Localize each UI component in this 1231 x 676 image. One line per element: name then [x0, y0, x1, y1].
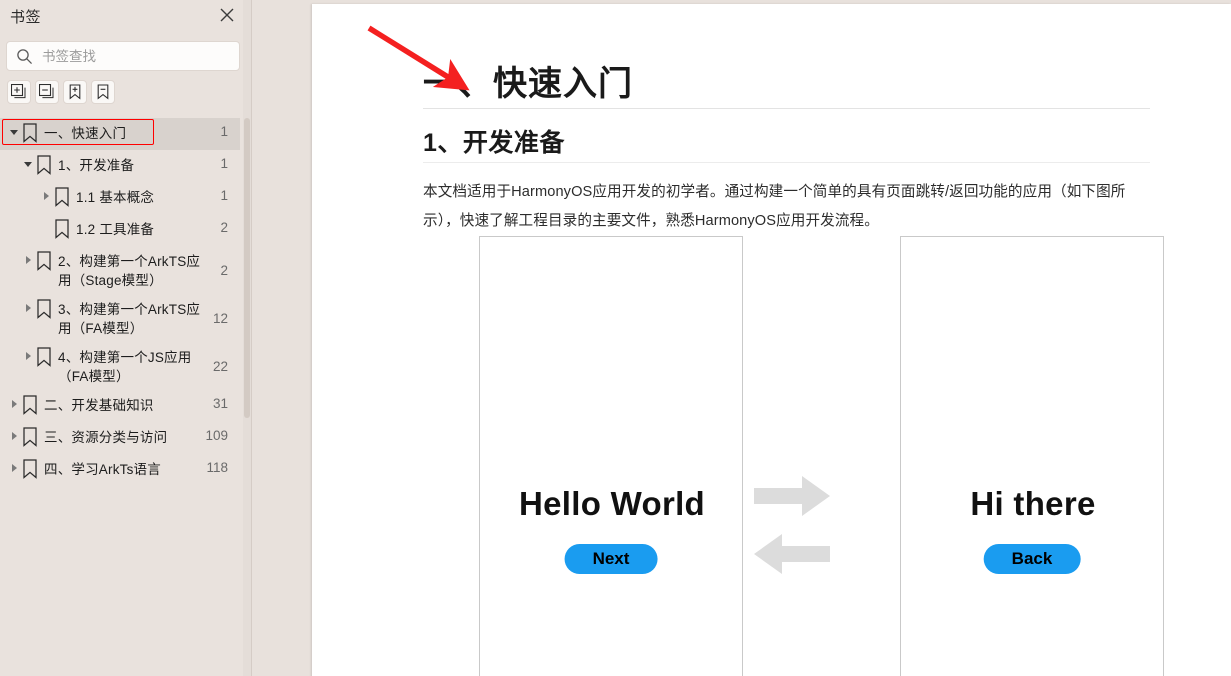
bookmark-icon — [54, 187, 70, 207]
chevron-down-icon[interactable] — [8, 126, 20, 138]
expand-all-button[interactable] — [7, 80, 31, 104]
bookmark-row[interactable]: 3、构建第一个ArkTS应用（FA模型） 12 — [0, 294, 240, 342]
bookmark-page-number: 1 — [220, 124, 228, 139]
box-plus-icon — [11, 84, 26, 99]
sidebar-scrollbar-thumb[interactable] — [244, 118, 250, 418]
bookmark-label: 4、构建第一个JS应用（FA模型） — [58, 350, 192, 384]
bookmark-page-number: 118 — [206, 460, 228, 475]
chevron-right-icon[interactable] — [40, 190, 52, 202]
bookmark-icon — [22, 395, 38, 415]
bookmark-icon — [36, 299, 52, 319]
bookmark-search-box[interactable] — [6, 41, 240, 71]
right-screen-back-button[interactable]: Back — [983, 544, 1081, 574]
search-icon — [16, 48, 33, 65]
arrow-right-icon — [754, 476, 830, 516]
bookmark-page-number: 2 — [220, 220, 228, 235]
section-heading: 1、开发准备 — [423, 129, 565, 157]
bookmark-row[interactable]: 4、构建第一个JS应用（FA模型） 22 — [0, 342, 240, 390]
chevron-right-icon[interactable] — [22, 254, 34, 266]
bookmark-page-number: 31 — [212, 396, 228, 411]
bookmark-label: 1.1 基本概念 — [76, 190, 155, 205]
box-minus-icon — [39, 84, 54, 99]
bookmark-row[interactable]: 1.2 工具准备 2 — [0, 214, 240, 246]
panel-title: 书签 — [10, 9, 42, 26]
chevron-right-icon[interactable] — [22, 302, 34, 314]
bookmark-tree: 一、快速入门 1 1、开发准备 1 1.1 基本概念 1 1.2 工具准备 2 2、构建第一个A… — [0, 118, 252, 676]
right-screen-title: Hi there — [970, 485, 1096, 522]
bookmark-row[interactable]: 1.1 基本概念 1 — [0, 182, 240, 214]
left-screen-next-button[interactable]: Next — [564, 544, 658, 574]
bookmark-row[interactable]: 一、快速入门 1 — [0, 118, 240, 150]
bookmark-page-number: 22 — [212, 359, 228, 374]
figure-screen-right: Hi there Back — [900, 236, 1164, 676]
bookmark-page-number: 1 — [220, 156, 228, 171]
search-input[interactable] — [40, 42, 236, 70]
bookmark-icon — [22, 459, 38, 479]
bookmark-icon — [36, 347, 52, 367]
page-title: 一、快速入门 — [423, 65, 633, 103]
bookmark-page-number: 1 — [220, 188, 228, 203]
bookmarks-sidebar: 书签 书签查找 一、快速入门 1 1、开发准备 1 1.1 基本概念 1 1.2… — [0, 0, 252, 676]
bookmark-toolbar — [5, 80, 245, 106]
bookmark-label: 2、构建第一个ArkTS应用（Stage模型） — [58, 254, 201, 288]
collapse-all-button[interactable] — [35, 80, 59, 104]
bookmark-row[interactable]: 2、构建第一个ArkTS应用（Stage模型） 2 — [0, 246, 240, 294]
body-paragraph: 本文档适用于HarmonyOS应用开发的初学者。通过构建一个简单的具有页面跳转/… — [423, 184, 1126, 229]
bookmark-icon — [22, 123, 38, 143]
bookmark-page-number: 12 — [212, 311, 228, 326]
bookmark-icon — [54, 219, 70, 239]
document-viewer[interactable]: 一、快速入门 1、开发准备 本文档适用于HarmonyOS应用开发的初学者。通过… — [253, 0, 1231, 676]
chevron-right-icon[interactable] — [22, 350, 34, 362]
sidebar-header: 书签 — [0, 0, 252, 32]
bookmark-row[interactable]: 二、开发基础知识 31 — [0, 390, 240, 422]
left-screen-title: Hello World — [518, 485, 706, 522]
bookmark-plus-icon — [69, 84, 81, 100]
bookmark-page-number: 109 — [205, 428, 228, 443]
section-divider — [423, 162, 1150, 163]
bookmark-row[interactable]: 1、开发准备 1 — [0, 150, 240, 182]
bookmark-icon — [22, 427, 38, 447]
bookmark-label: 1.2 工具准备 — [76, 222, 155, 237]
figure-transition-arrows — [750, 474, 860, 594]
bookmark-label: 3、构建第一个ArkTS应用（FA模型） — [58, 302, 201, 336]
document-page: 一、快速入门 1、开发准备 本文档适用于HarmonyOS应用开发的初学者。通过… — [312, 4, 1231, 676]
pdf-reader-window: 书签 书签查找 一、快速入门 1 1、开发准备 1 1.1 基本概念 1 1.2… — [0, 0, 1231, 676]
close-icon[interactable] — [216, 4, 238, 26]
chevron-right-icon[interactable] — [8, 462, 20, 474]
bookmark-label: 1、开发准备 — [58, 158, 135, 173]
title-divider — [423, 108, 1150, 109]
bookmark-label: 三、资源分类与访问 — [44, 430, 168, 445]
bookmark-icon — [36, 251, 52, 271]
chevron-down-icon[interactable] — [22, 158, 34, 170]
figure-screen-left: Hello World Next — [479, 236, 743, 676]
bookmark-page-number: 2 — [220, 263, 228, 278]
chevron-right-icon[interactable] — [8, 430, 20, 442]
delete-bookmark-button[interactable] — [91, 80, 115, 104]
bookmark-label: 一、快速入门 — [44, 126, 127, 141]
bookmark-label: 四、学习ArkTs语言 — [44, 462, 161, 477]
add-bookmark-button[interactable] — [63, 80, 87, 104]
chevron-right-icon[interactable] — [8, 398, 20, 410]
bookmark-minus-icon — [97, 84, 109, 100]
bookmark-icon — [36, 155, 52, 175]
bookmark-label: 二、开发基础知识 — [44, 398, 154, 413]
bookmark-row[interactable]: 四、学习ArkTs语言 118 — [0, 454, 240, 486]
arrow-left-icon — [754, 534, 830, 574]
bookmark-row[interactable]: 三、资源分类与访问 109 — [0, 422, 240, 454]
